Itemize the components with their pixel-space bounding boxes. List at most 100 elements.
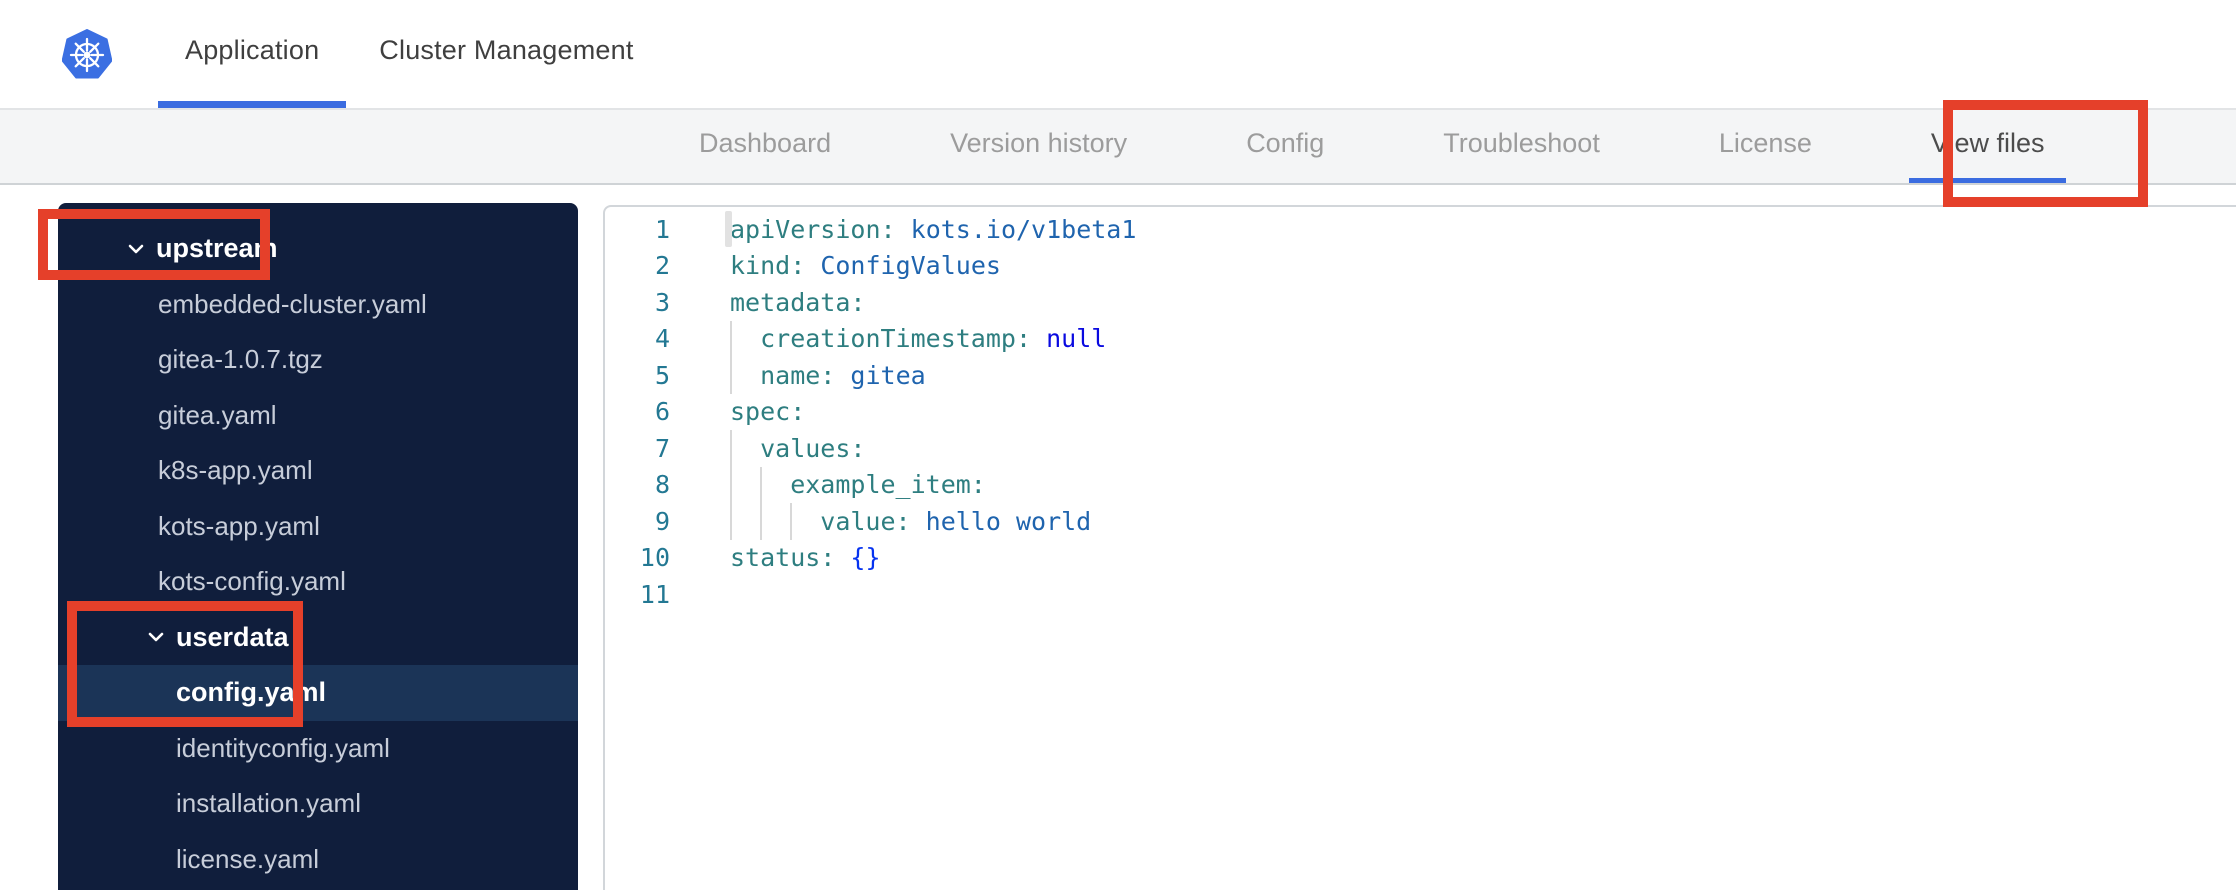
tree-item-label: gitea.yaml: [158, 399, 277, 430]
code-line-1[interactable]: 1 apiVersion: kots.io/v1beta1: [605, 211, 2236, 248]
tab-view-files[interactable]: View files: [1908, 108, 2067, 183]
tab-troubleshoot[interactable]: Troubleshoot: [1421, 108, 1622, 183]
line-number: 2: [654, 251, 670, 281]
code-text: name: gitea: [730, 357, 926, 394]
token-key: value:: [820, 506, 911, 536]
tree-folder-upstream[interactable]: upstream: [58, 221, 578, 277]
file-tree-sidebar: upstream embedded-cluster.yaml gitea-1.0.7…: [58, 203, 578, 890]
tree-file-kots-config-yaml[interactable]: kots-config.yaml: [58, 554, 578, 610]
token-key: metadata:: [730, 287, 866, 317]
token-str: ConfigValues: [820, 251, 1001, 281]
tree-item-label: license.yaml: [176, 843, 320, 874]
token-key: name:: [760, 360, 836, 390]
line-number: 7: [654, 433, 670, 463]
code-line-9[interactable]: 9 value: hello world: [605, 503, 2236, 540]
tab-dashboard[interactable]: Dashboard: [677, 108, 853, 183]
code-text: apiVersion: kots.io/v1beta1: [730, 211, 1136, 248]
chevron-down-icon: [128, 244, 144, 254]
code-line-6[interactable]: 6 spec:: [605, 394, 2236, 431]
tree-file-k8s-app-yaml[interactable]: k8s-app.yaml: [58, 443, 578, 499]
indent-guide: [760, 503, 790, 540]
token-brace: {}: [850, 543, 881, 573]
code-line-5[interactable]: 5 name: gitea: [605, 357, 2236, 394]
token-str: hello world: [925, 506, 1092, 536]
token-str: kots.io/v1beta1: [910, 214, 1137, 244]
tree-file-installation-yaml[interactable]: installation.yaml: [58, 776, 578, 832]
token-key: status:: [730, 543, 836, 573]
tree-file-gitea-1-0-7-tgz[interactable]: gitea-1.0.7.tgz: [58, 332, 578, 388]
tree-file-config-yaml[interactable]: config.yaml: [58, 665, 578, 721]
code-line-10[interactable]: 10 status: {}: [605, 540, 2236, 577]
tree-item-label: gitea-1.0.7.tgz: [158, 344, 323, 375]
token-key: creationTimestamp:: [760, 324, 1032, 354]
line-number: 8: [654, 470, 670, 500]
token-key: values:: [760, 433, 866, 463]
token-key: kind:: [730, 251, 806, 281]
tree-folder-userdata[interactable]: userdata: [58, 610, 578, 666]
tree-file-kots-app-yaml[interactable]: kots-app.yaml: [58, 499, 578, 555]
token-kw: null: [1046, 324, 1107, 354]
header-tabs: Application Cluster Management: [158, 0, 661, 108]
code-line-11[interactable]: 11: [605, 576, 2236, 613]
tree-item-label: upstream: [156, 233, 278, 264]
file-content-editor[interactable]: 1 apiVersion: kots.io/v1beta1 2 kind: Confi…: [603, 205, 2236, 890]
code-text: value: hello world: [730, 503, 1091, 540]
code-line-4[interactable]: 4 creationTimestamp: null: [605, 320, 2236, 357]
code-text: metadata:: [730, 284, 865, 321]
line-number: 11: [639, 579, 670, 609]
code-line-2[interactable]: 2 kind: ConfigValues: [605, 248, 2236, 285]
tree-file-gitea-yaml[interactable]: gitea.yaml: [58, 388, 578, 444]
tree-item-label: embedded-cluster.yaml: [158, 288, 427, 319]
tree-file-embedded-cluster-yaml[interactable]: embedded-cluster.yaml: [58, 277, 578, 333]
tree-item-label: k8s-app.yaml: [158, 455, 313, 486]
kubernetes-logo-icon[interactable]: [61, 29, 113, 81]
tab-config[interactable]: Config: [1224, 108, 1346, 183]
header-tab-application[interactable]: Application: [158, 0, 347, 108]
chevron-down-icon: [148, 632, 164, 642]
code-lines: 1 apiVersion: kots.io/v1beta1 2 kind: Confi…: [605, 211, 2236, 613]
indent-guide: [730, 466, 760, 503]
indent-guide: [730, 320, 760, 357]
indent-guide: [790, 503, 820, 540]
secondary-nav-items: Dashboard Version history Config Troublesho…: [677, 108, 2067, 183]
indent-guide: [730, 503, 760, 540]
line-number: 9: [654, 506, 670, 536]
code-text: example_item:: [730, 466, 986, 503]
code-text: creationTimestamp: null: [730, 320, 1107, 357]
tree-item-label: userdata: [176, 621, 289, 652]
tree-file-license-yaml[interactable]: license.yaml: [58, 832, 578, 888]
indent-guide: [730, 357, 760, 394]
token-str: gitea: [850, 360, 926, 390]
token-key: spec:: [730, 397, 806, 427]
tree-file-identityconfig-yaml[interactable]: identityconfig.yaml: [58, 721, 578, 777]
tree-item-label: kots-config.yaml: [158, 566, 346, 597]
code-line-8[interactable]: 8 example_item:: [605, 466, 2236, 503]
code-text: status: {}: [730, 540, 881, 577]
line-number: 5: [654, 360, 670, 390]
indent-guide: [730, 430, 760, 467]
tree-item-label: identityconfig.yaml: [176, 732, 390, 763]
header-tab-cluster-management[interactable]: Cluster Management: [352, 0, 660, 108]
tab-version-history[interactable]: Version history: [928, 108, 1149, 183]
line-number: 4: [654, 324, 670, 354]
secondary-nav: Dashboard Version history Config Troublesho…: [0, 108, 2236, 185]
tab-license[interactable]: License: [1697, 108, 1834, 183]
token-key: example_item:: [790, 470, 986, 500]
tree-item-label: kots-app.yaml: [158, 510, 320, 541]
line-number: 10: [639, 543, 670, 573]
tree-item-label: installation.yaml: [176, 788, 361, 819]
code-line-7[interactable]: 7 values:: [605, 430, 2236, 467]
editor-cursor: [725, 211, 732, 247]
code-text: kind: ConfigValues: [730, 248, 1001, 285]
line-number: 3: [654, 287, 670, 317]
tree-item-label: config.yaml: [176, 677, 327, 708]
code-line-3[interactable]: 3 metadata:: [605, 284, 2236, 321]
code-text: spec:: [730, 394, 805, 431]
line-number: 6: [654, 397, 670, 427]
